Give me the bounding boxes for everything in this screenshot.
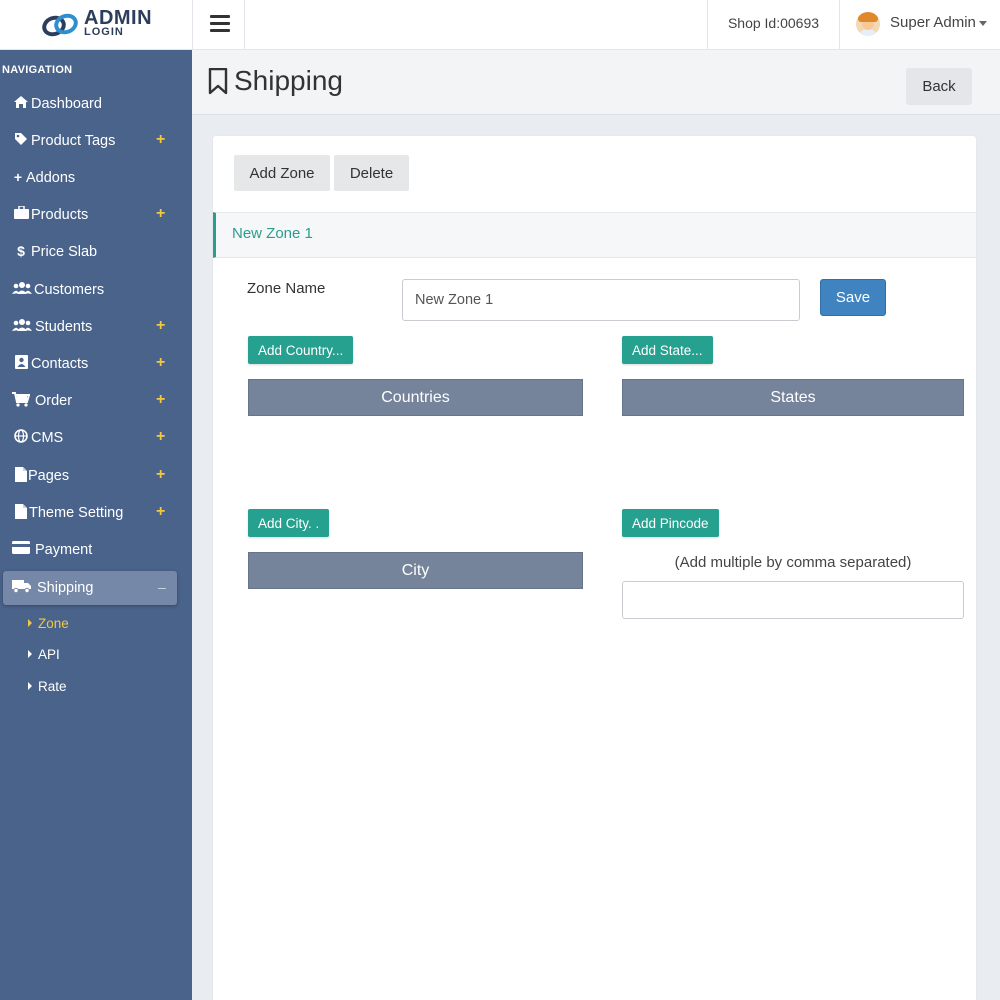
delete-button[interactable]: Delete [334, 155, 409, 191]
states-list-header: States [622, 379, 964, 416]
sidebar-item-label: Product Tags [31, 133, 116, 149]
hamburger-icon [210, 15, 230, 18]
sidebar-item-contacts[interactable]: Contacts + [0, 347, 192, 381]
sidebar-item-dashboard[interactable]: Dashboard [0, 87, 192, 121]
sidebar-item-label: Pages [28, 468, 70, 484]
caret-right-icon [28, 650, 32, 658]
sidebar-item-students[interactable]: Students + [0, 310, 192, 344]
shop-id: Shop Id:00693 [707, 0, 840, 50]
zone-tab-label: New Zone 1 [232, 225, 313, 242]
sidebar-item-payment[interactable]: Payment [0, 533, 192, 567]
pincode-hint: (Add multiple by comma separated) [674, 554, 912, 571]
sidebar-item-label: Products [31, 207, 89, 223]
zone-tab[interactable]: New Zone 1 [213, 212, 976, 258]
sidebar-subitem-label: Zone [38, 616, 69, 631]
top-bar: ADMIN LOGIN Shop Id:00693 Super Admin [0, 0, 1000, 50]
sidebar-subitem-zone[interactable]: Zone [28, 616, 69, 636]
add-pincode-button[interactable]: Add Pincode [622, 509, 719, 537]
sidebar-item-price-slab[interactable]: $ Price Slab [0, 235, 192, 269]
sidebar-subitem-label: API [38, 647, 60, 662]
bookmark-icon [208, 68, 228, 95]
brand-logo-icon [42, 13, 78, 37]
users-icon [12, 318, 32, 334]
sidebar-item-label: Price Slab [31, 244, 98, 260]
zone-name-label: Zone Name [247, 280, 326, 297]
hamburger-icon-line [210, 29, 230, 32]
globe-icon [12, 429, 30, 445]
briefcase-icon [12, 205, 30, 222]
countries-list-header: Countries [248, 379, 583, 416]
sidebar-item-label: Dashboard [31, 96, 102, 112]
sidebar-item-shipping[interactable]: Shipping – [3, 571, 177, 605]
user-name: Super Admin [890, 14, 976, 31]
plus-icon: + [13, 169, 23, 185]
sidebar-subitem-label: Rate [38, 679, 67, 694]
dollar-icon: $ [17, 243, 25, 259]
back-button[interactable]: Back [906, 68, 972, 105]
sidebar: NAVIGATION Dashboard Product Tags + + Ad… [0, 50, 192, 1000]
contact-card-icon [12, 355, 30, 371]
expand-icon[interactable]: + [156, 390, 165, 410]
brand-subtitle: LOGIN [84, 26, 124, 38]
credit-card-icon [12, 541, 30, 557]
user-menu[interactable]: Super Admin [852, 0, 1000, 50]
sidebar-item-theme-setting[interactable]: Theme Setting + [0, 496, 192, 530]
expand-icon[interactable]: + [156, 316, 165, 336]
caret-down-icon [979, 21, 987, 26]
users-icon [12, 281, 32, 297]
expand-icon[interactable]: + [156, 502, 165, 522]
page-title: Shipping [234, 65, 343, 96]
menu-toggle-button[interactable] [192, 0, 245, 50]
sidebar-item-product-tags[interactable]: Product Tags + [0, 124, 192, 158]
expand-icon[interactable]: + [156, 204, 165, 224]
zone-name-input[interactable] [402, 279, 800, 321]
sidebar-item-label: Payment [35, 542, 93, 558]
sidebar-item-label: CMS [31, 430, 64, 446]
sidebar-item-customers[interactable]: Customers [0, 273, 192, 307]
sidebar-item-order[interactable]: Order + [0, 384, 192, 418]
sidebar-item-label: Contacts [31, 356, 89, 372]
nav-header: NAVIGATION [2, 64, 73, 76]
add-city-button[interactable]: Add City. . [248, 509, 330, 537]
page-header: Shipping Back [192, 50, 1000, 115]
avatar [856, 12, 880, 36]
collapse-icon[interactable]: – [158, 577, 166, 597]
caret-right-icon [28, 619, 32, 627]
sidebar-subitem-rate[interactable]: Rate [28, 679, 67, 699]
sidebar-item-cms[interactable]: CMS + [0, 421, 192, 455]
brand-title: ADMIN [84, 7, 153, 29]
truck-icon [12, 579, 31, 595]
hamburger-icon-line [210, 22, 230, 25]
save-button[interactable]: Save [820, 279, 886, 316]
city-list-header: City [248, 552, 583, 589]
sidebar-item-label: Addons [26, 170, 76, 186]
expand-icon[interactable]: + [156, 130, 165, 150]
file-icon [12, 504, 30, 520]
expand-icon[interactable]: + [156, 353, 165, 373]
sidebar-item-label: Order [35, 393, 73, 409]
sidebar-item-pages[interactable]: Pages + [0, 459, 192, 493]
sidebar-item-products[interactable]: Products + [0, 198, 192, 232]
brand-logo[interactable]: ADMIN LOGIN [0, 0, 192, 50]
sidebar-item-label: Customers [34, 282, 105, 298]
add-country-button[interactable]: Add Country... [248, 336, 354, 364]
sidebar-item-label: Students [35, 319, 93, 335]
sidebar-item-addons[interactable]: + Addons [0, 161, 192, 195]
expand-icon[interactable]: + [156, 427, 165, 447]
sidebar-item-label: Theme Setting [29, 505, 124, 521]
tag-icon [12, 132, 30, 148]
cart-icon [12, 392, 31, 408]
pincode-input[interactable] [622, 581, 964, 619]
add-zone-button[interactable]: Add Zone [234, 155, 330, 191]
expand-icon[interactable]: + [156, 465, 165, 485]
home-icon [12, 95, 30, 111]
zone-panel: Add Zone Delete New Zone 1 Zone Name Sav… [213, 136, 976, 1000]
caret-right-icon [28, 682, 32, 690]
sidebar-item-label: Shipping [37, 580, 94, 596]
sidebar-subitem-api[interactable]: API [28, 647, 60, 667]
add-state-button[interactable]: Add State... [622, 336, 713, 364]
